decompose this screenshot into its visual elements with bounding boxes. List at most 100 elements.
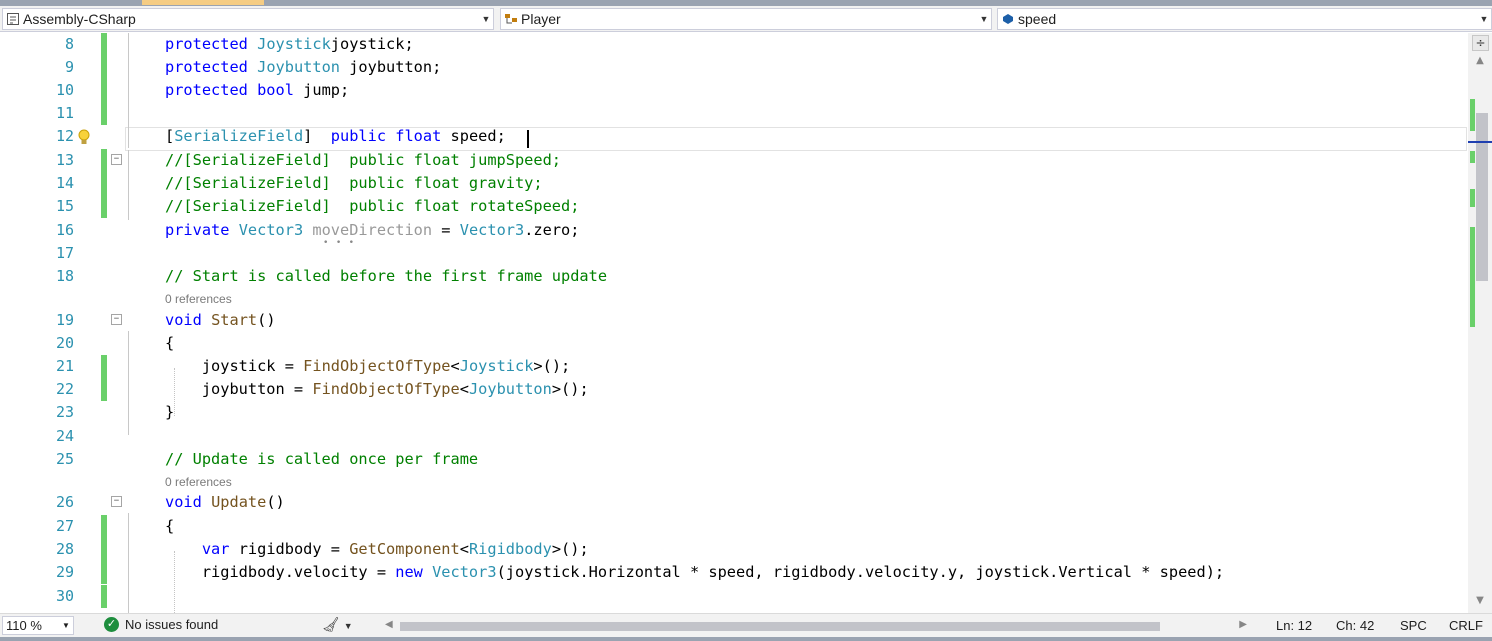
code-text[interactable]: { xyxy=(165,515,174,538)
lightbulb-icon[interactable] xyxy=(77,129,93,147)
code-text[interactable]: //[SerializeField] public float jumpSpee… xyxy=(165,149,561,172)
code-cleanup-button[interactable]: 🧹︎ ▼ xyxy=(322,616,353,633)
collapse-icon[interactable]: − xyxy=(111,154,122,165)
code-line[interactable]: 19 − void Start() xyxy=(0,309,1468,332)
indent-mode[interactable]: SPC xyxy=(1400,618,1427,633)
code-line[interactable]: 15 //[SerializeField] public float rotate… xyxy=(0,195,1468,218)
change-bar xyxy=(101,561,107,584)
line-number: 14 xyxy=(55,174,74,192)
zoom-value: 110 % xyxy=(6,618,42,633)
code-text[interactable]: void Start() xyxy=(165,309,276,332)
member-dropdown[interactable]: speed ▼ xyxy=(997,8,1492,30)
code-line[interactable]: 13 − //[SerializeField] public float jumpS… xyxy=(0,149,1468,172)
code-text[interactable]: protected Joybutton joybutton; xyxy=(165,56,441,79)
code-text[interactable]: void Update() xyxy=(165,491,285,514)
code-line[interactable]: 26 − void Update() xyxy=(0,491,1468,514)
code-text[interactable]: joystick = FindObjectOfType<Joystick>(); xyxy=(165,355,570,378)
code-token: { xyxy=(165,334,175,352)
code-text[interactable]: // Start is called before the first fram… xyxy=(165,265,607,288)
type-dropdown[interactable]: Player ▼ xyxy=(500,8,992,30)
code-line[interactable]: 29 rigidbody.velocity = new Vector3(joys… xyxy=(0,561,1468,584)
code-text[interactable]: rigidbody.velocity = new Vector3(joystic… xyxy=(165,561,1224,584)
code-line[interactable]: 25 // Update is called once per frame xyxy=(0,448,1468,471)
horizontal-scrollbar[interactable]: ◀ ▶ xyxy=(385,619,1257,633)
code-line[interactable]: 17 xyxy=(0,242,1468,265)
code-line[interactable]: 24 xyxy=(0,425,1468,448)
code-line[interactable]: 18 // Start is called before the first fr… xyxy=(0,265,1468,288)
line-ending[interactable]: CRLF xyxy=(1449,618,1483,633)
code-token: joystick; xyxy=(330,35,414,53)
code-text[interactable]: //[SerializeField] public float rotateSp… xyxy=(165,195,579,218)
code-token: Vector3 xyxy=(432,563,497,581)
code-text[interactable]: //[SerializeField] public float gravity; xyxy=(165,172,543,195)
scroll-left-icon[interactable]: ◀ xyxy=(385,619,393,630)
code-line[interactable]: 27 { xyxy=(0,515,1468,538)
code-text[interactable]: private Vector3 moveDirection = Vector3.… xyxy=(165,219,579,242)
code-line[interactable]: 8 protected Joystickjoystick; xyxy=(0,33,1468,56)
code-line[interactable]: 16 private Vector3 moveDirection = Vector… xyxy=(0,219,1468,242)
code-line[interactable]: 23} xyxy=(0,401,1468,424)
code-text[interactable]: protected bool jump; xyxy=(165,79,349,102)
code-line[interactable]: 20 { xyxy=(0,332,1468,355)
navigation-bar: Assembly-CSharp ▼ Player ▼ speed ▼ xyxy=(0,6,1492,32)
check-circle-icon: ✓ xyxy=(104,617,119,632)
code-line[interactable]: 14 //[SerializeField] public float gravit… xyxy=(0,172,1468,195)
code-editor[interactable]: 8 protected Joystickjoystick; 9 protected J… xyxy=(0,33,1468,613)
code-token: private xyxy=(165,221,239,239)
window-bottom-strip xyxy=(0,637,1492,641)
collapse-icon[interactable]: − xyxy=(111,496,122,507)
codelens-references[interactable]: 0 references xyxy=(165,292,232,306)
code-line[interactable]: 30 xyxy=(0,585,1468,608)
scroll-up-icon[interactable]: ▲ xyxy=(1474,55,1486,69)
change-bar xyxy=(101,33,107,56)
active-tab-accent xyxy=(142,0,264,5)
code-line[interactable]: 11 xyxy=(0,102,1468,125)
code-token: < xyxy=(459,540,469,558)
code-token: void xyxy=(165,493,212,511)
horizontal-scroll-thumb[interactable] xyxy=(400,622,1160,631)
code-text[interactable]: var rigidbody = GetComponent<Rigidbody>(… xyxy=(165,538,589,561)
change-bar xyxy=(101,355,107,378)
code-text[interactable]: joybutton = FindObjectOfType<Joybutton>(… xyxy=(165,378,589,401)
code-token: () xyxy=(257,311,276,329)
split-window-icon[interactable]: ÷ xyxy=(1472,35,1489,51)
broom-icon: 🧹︎ xyxy=(322,616,340,632)
issues-indicator[interactable]: ✓ No issues found xyxy=(104,617,218,632)
code-text[interactable]: } xyxy=(165,401,174,424)
code-text[interactable]: protected Joystickjoystick; xyxy=(165,33,414,56)
column-indicator[interactable]: Ch: 42 xyxy=(1336,618,1374,633)
code-text[interactable]: [SerializeField] public float speed; xyxy=(165,125,506,148)
code-token: Vector3 xyxy=(459,221,525,239)
code-text[interactable]: // Update is called once per frame xyxy=(165,448,478,471)
code-token: Joystick xyxy=(459,357,534,375)
codelens-references[interactable]: 0 references xyxy=(165,475,232,489)
field-icon xyxy=(998,12,1018,26)
line-number: 18 xyxy=(55,267,74,285)
collapse-icon[interactable]: − xyxy=(111,314,122,325)
line-indicator[interactable]: Ln: 12 xyxy=(1276,618,1312,633)
code-token: rigidbody.velocity = xyxy=(165,563,396,581)
project-dropdown[interactable]: Assembly-CSharp ▼ xyxy=(2,8,494,30)
code-line[interactable]: 10 protected bool jump; xyxy=(0,79,1468,102)
scroll-thumb[interactable] xyxy=(1476,113,1488,281)
code-line[interactable]: 21 joystick = FindObjectOfType<Joystick>… xyxy=(0,355,1468,378)
code-line[interactable]: 12 [SerializeField] public float speed; xyxy=(0,125,1468,148)
vertical-scrollbar[interactable]: ÷ ▲ ▼ xyxy=(1468,33,1492,613)
zoom-dropdown[interactable]: 110 % ▼ xyxy=(2,616,74,635)
scroll-right-icon[interactable]: ▶ xyxy=(1239,619,1247,630)
change-bar xyxy=(101,195,107,218)
code-token: Vector3 xyxy=(238,221,304,239)
code-token: < xyxy=(450,357,460,375)
code-text[interactable]: { xyxy=(165,332,174,355)
code-token: joystick = xyxy=(165,357,304,375)
code-token: ] xyxy=(303,127,331,145)
code-line[interactable]: 28 var rigidbody = GetComponent<Rigidbod… xyxy=(0,538,1468,561)
code-line[interactable]: 9 protected Joybutton joybutton; xyxy=(0,56,1468,79)
code-token: jump; xyxy=(293,81,350,99)
code-line[interactable]: 22 joybutton = FindObjectOfType<Joybutto… xyxy=(0,378,1468,401)
editor-status-bar: 110 % ▼ ✓ No issues found 🧹︎ ▼ ◀ ▶ Ln: 12… xyxy=(0,613,1492,637)
code-token: Joystick xyxy=(257,35,331,53)
code-token: public float xyxy=(330,127,442,145)
suggestion-dots[interactable]: • • • xyxy=(323,238,355,248)
scroll-down-icon[interactable]: ▼ xyxy=(1474,595,1486,609)
